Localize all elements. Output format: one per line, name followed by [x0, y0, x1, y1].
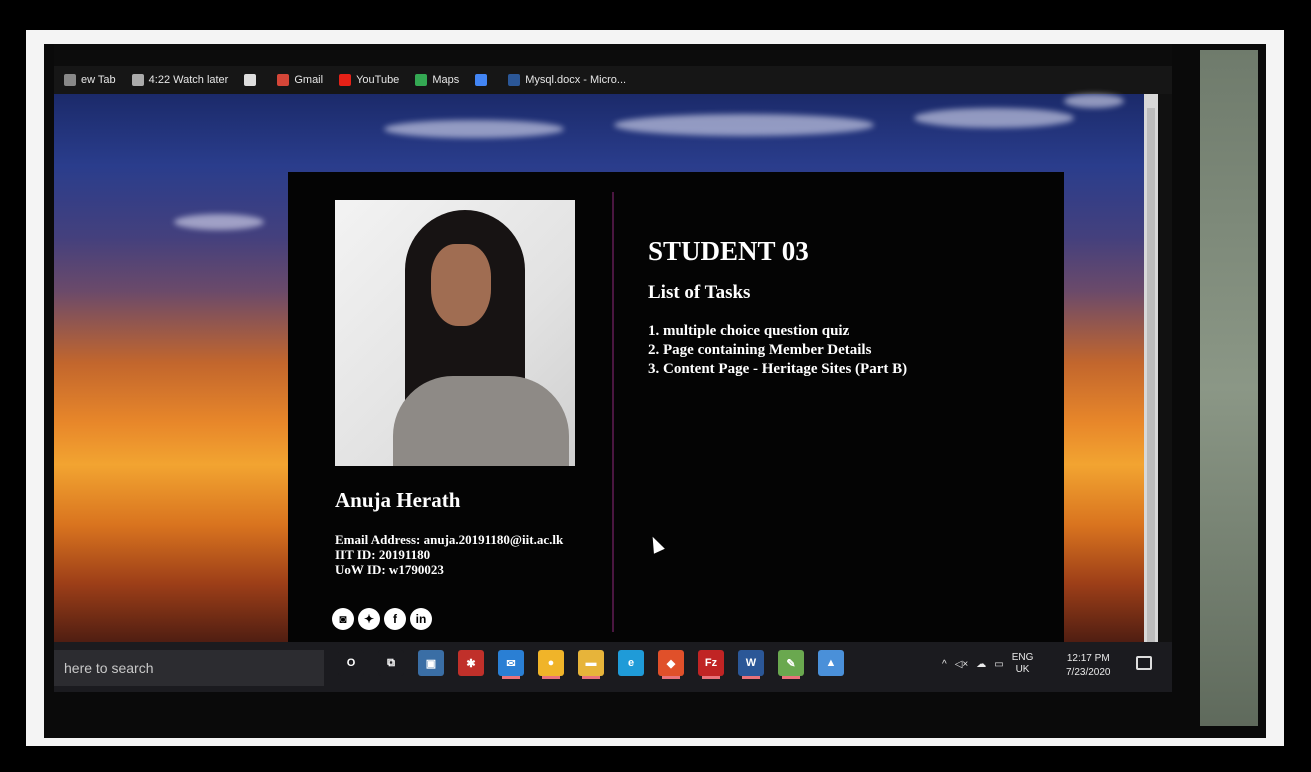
- photo-face: [431, 244, 491, 326]
- bookmark-label: Mysql.docx - Micro...: [525, 74, 627, 86]
- scroll-thumb[interactable]: [1147, 108, 1155, 668]
- bookmark-label: Gmail: [294, 74, 324, 86]
- filezilla-icon[interactable]: Fz: [698, 650, 724, 676]
- chevron-up-icon[interactable]: ^: [942, 659, 947, 670]
- instagram-icon[interactable]: ◙: [332, 608, 354, 630]
- task-list: 1. multiple choice question quiz 2. Page…: [648, 322, 907, 379]
- task-item: 1. multiple choice question quiz: [648, 323, 850, 339]
- bookmark-item[interactable]: YouTube: [339, 74, 399, 86]
- page-title: STUDENT 03: [648, 236, 809, 266]
- bookmark-item[interactable]: [244, 74, 261, 86]
- cloud: [174, 214, 264, 230]
- clock-time: 12:17 PM: [1066, 653, 1110, 664]
- google-icon: [475, 74, 488, 86]
- cloud: [914, 108, 1074, 128]
- contact-details: Email Address: anuja.20191180@iit.ac.lk …: [335, 532, 563, 577]
- battery-icon[interactable]: ▭: [994, 659, 1003, 670]
- task-list-heading: List of Tasks: [648, 282, 751, 303]
- column-divider: [612, 192, 614, 632]
- cloud: [1064, 94, 1124, 108]
- youtube-icon: [339, 74, 352, 86]
- social-links: ◙ ✦ f in: [332, 608, 432, 630]
- bookmark-item[interactable]: Maps: [415, 74, 459, 86]
- bookmark-item[interactable]: Mysql.docx - Micro...: [508, 74, 626, 86]
- iit-id-line: IIT ID: 20191180: [335, 547, 431, 562]
- cloud: [614, 114, 874, 136]
- cloud: [384, 120, 564, 138]
- profile-panel: Anuja Herath Email Address: anuja.201911…: [288, 172, 1064, 648]
- word-icon[interactable]: W: [738, 650, 764, 676]
- new-tab-icon: [64, 74, 76, 86]
- notepad-icon[interactable]: ✎: [778, 650, 804, 676]
- twitter-icon[interactable]: ✦: [358, 608, 380, 630]
- app-red-icon[interactable]: ✱: [458, 650, 484, 676]
- clock-date: 7/23/2020: [1066, 667, 1111, 678]
- bookmark-item[interactable]: 4:22 Watch later: [131, 74, 229, 86]
- task-view-icon[interactable]: ⧉: [378, 650, 404, 676]
- office-icon[interactable]: ◆: [658, 650, 684, 676]
- bookmark-label: 4:22 Watch later: [148, 74, 229, 86]
- store-icon[interactable]: ▣: [418, 650, 444, 676]
- volume-icon[interactable]: ◁×: [955, 659, 969, 670]
- email-line: Email Address: anuja.20191180@iit.ac.lk: [335, 532, 564, 547]
- maps-icon: [415, 74, 428, 86]
- gmail-icon: [277, 74, 290, 86]
- chrome-icon[interactable]: ●: [538, 650, 564, 676]
- taskbar-apps: O ⧉ ▣ ✱ ✉ ● ▬ e ◆ Fz W ✎ ▲: [338, 650, 844, 676]
- uow-id-line: UoW ID: w1790023: [335, 562, 444, 577]
- taskbar-clock[interactable]: 12:17 PM 7/23/2020: [1066, 652, 1111, 680]
- word-icon: [508, 74, 521, 86]
- task-item: 2. Page containing Member Details: [648, 342, 872, 358]
- browser-titlebar: [54, 44, 1172, 66]
- globe-icon: [244, 74, 257, 86]
- monitor-screen: ew Tab 4:22 Watch later Gmail YouTube Maps My…: [54, 44, 1172, 692]
- facebook-icon[interactable]: f: [384, 608, 406, 630]
- edge-icon[interactable]: e: [618, 650, 644, 676]
- bookmark-item[interactable]: [475, 74, 492, 86]
- page-viewport: Anuja Herath Email Address: anuja.201911…: [54, 94, 1158, 692]
- background-wall: [1200, 50, 1258, 726]
- page-scrollbar[interactable]: [1144, 94, 1158, 692]
- linkedin-icon[interactable]: in: [410, 608, 432, 630]
- student-name: Anuja Herath: [335, 488, 461, 512]
- onedrive-icon[interactable]: ☁: [976, 659, 986, 670]
- system-tray: ^ ◁× ☁ ▭ ENG UK: [942, 652, 1033, 676]
- windows-taskbar: here to search O ⧉ ▣ ✱ ✉ ● ▬ e ◆ Fz W ✎ ▲ ^ ◁× ☁ ▭ E…: [54, 642, 1172, 692]
- bookmark-label: YouTube: [356, 74, 400, 86]
- action-center-icon[interactable]: [1136, 656, 1152, 670]
- lang-region: UK: [1015, 664, 1030, 675]
- mail-icon[interactable]: ✉: [498, 650, 524, 676]
- bookmarks-bar: ew Tab 4:22 Watch later Gmail YouTube Maps My…: [54, 66, 1172, 94]
- taskbar-search-input[interactable]: here to search: [54, 650, 324, 686]
- profile-photo: [335, 200, 575, 466]
- clock-icon: [131, 74, 144, 86]
- lang-code: ENG: [1011, 652, 1034, 663]
- file-explorer-icon[interactable]: ▬: [578, 650, 604, 676]
- photo-body: [393, 376, 569, 466]
- task-item: 3. Content Page - Heritage Sites (Part B…: [648, 361, 908, 377]
- bookmark-label: ew Tab: [81, 74, 116, 86]
- bookmark-item[interactable]: ew Tab: [64, 74, 116, 86]
- bookmark-label: Maps: [432, 74, 460, 86]
- bookmark-item[interactable]: Gmail: [277, 74, 323, 86]
- app-blue-icon[interactable]: ▲: [818, 650, 844, 676]
- language-indicator[interactable]: ENG UK: [1012, 652, 1034, 676]
- cortana-icon[interactable]: O: [338, 650, 364, 676]
- screen-bezel: ew Tab 4:22 Watch later Gmail YouTube Maps My…: [44, 44, 1266, 738]
